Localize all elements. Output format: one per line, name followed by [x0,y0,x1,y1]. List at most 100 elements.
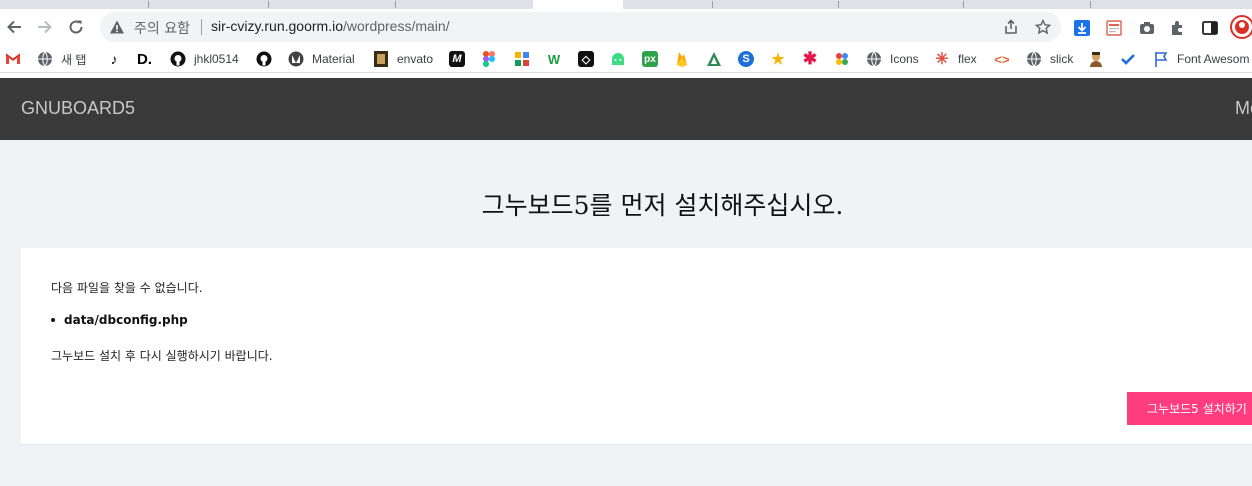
github-icon [170,51,186,67]
site-menu-item[interactable]: Mo [1235,98,1252,119]
bookmark-firebase[interactable] [674,50,690,68]
bookmark-triangle[interactable] [706,50,722,68]
globe-icon [37,51,53,67]
bookmark-android[interactable] [610,50,626,68]
share-icon[interactable] [1002,18,1020,36]
address-bar[interactable]: 주의 요함 sir-cvizy.run.goorm.io/wordpress/m… [100,12,1061,42]
bookmark-label: flex [958,52,977,66]
bookmark-font-awesome[interactable]: Font Awesom [1153,50,1249,68]
side-panel-icon[interactable] [1200,18,1220,38]
bookmark-label: envato [397,52,434,66]
forward-arrow-icon [38,20,52,34]
bookmark-label: Material [312,52,355,66]
check-icon [1120,51,1136,67]
bookmark-label: Icons [890,52,919,66]
bookmark-m[interactable]: M [449,50,465,68]
tab-separator [712,1,713,8]
tab-strip [0,0,1252,9]
reload-button[interactable] [62,13,90,41]
bookmark-tiktok[interactable]: ♪ [106,50,122,68]
asterisk-icon: ✱ [802,49,818,68]
bookmark-dots[interactable] [834,50,850,68]
bookmark-px[interactable]: px [642,50,658,68]
bookmark-star[interactable]: ★ [770,50,786,68]
tab-separator [148,1,149,8]
bookmark-github-user[interactable]: jhkl0514 [170,50,239,68]
url-path: /wordpress/main/ [343,18,450,34]
bookmark-label: 새 탭 [61,52,87,67]
bookmark-flex[interactable]: ✳ flex [934,50,977,68]
extensions-puzzle-icon[interactable] [1168,18,1188,38]
tiktok-icon: ♪ [110,51,118,67]
download-extension-icon[interactable] [1072,18,1092,38]
tab-separator [963,1,964,8]
security-warning-label[interactable]: 주의 요함 [134,18,190,38]
reader-extension-icon[interactable] [1104,18,1124,38]
android-icon [610,51,626,67]
globe-icon [866,51,882,67]
back-button[interactable] [0,13,28,41]
bookmark-label: Font Awesom [1177,52,1250,66]
bookmark-w[interactable]: W [546,50,562,68]
globe-icon [1026,51,1042,67]
bookmark-avatar[interactable] [1088,50,1104,68]
bookmark-s[interactable]: S [738,50,754,68]
forward-button[interactable] [31,13,59,41]
reload-icon [69,20,83,34]
s-icon: S [738,51,754,67]
camera-icon[interactable] [1137,18,1157,38]
site-logo[interactable]: GNUBOARD5 [21,98,135,119]
url-host: sir-cvizy.run.goorm.io [211,18,343,34]
px-icon: px [642,51,658,67]
bookmarks-bar: 새 탭 ♪ D. jhkl0514 Material envato M W ◇ … [0,45,1252,73]
bookmark-slick[interactable]: slick [1026,50,1073,68]
dots-icon [834,51,850,67]
notice-card: 다음 파일을 찾을 수 없습니다. data/dbconfig.php 그누보드… [21,248,1252,445]
bookmark-star-icon[interactable] [1034,18,1052,36]
firebase-icon [674,51,690,67]
bookmark-envato[interactable]: envato [373,50,433,68]
bookmark-check[interactable] [1120,50,1136,68]
tab-separator [268,1,269,8]
bookmark-new-tab[interactable]: 새 탭 [37,50,86,68]
tab-separator [1090,1,1091,8]
bookmark-codepen[interactable]: ◇ [578,50,594,68]
pinwheel-icon [514,51,530,67]
notice-outro: 그누보드 설치 후 다시 실행하시기 바랍니다. [51,349,273,363]
bookmark-label: D. [137,50,152,68]
bookmark-figma[interactable] [481,50,497,68]
m-icon: M [449,51,465,67]
codepen-icon: ◇ [578,51,594,67]
github-icon [256,51,272,67]
tab-separator [395,1,396,8]
bookmark-label: slick [1050,52,1074,66]
missing-file-name: data/dbconfig.php [64,313,188,327]
browser-toolbar: 주의 요함 sir-cvizy.run.goorm.io/wordpress/m… [0,9,1252,45]
gmail-icon [5,51,21,67]
install-button[interactable]: 그누보드5 설치하기 [1127,392,1252,425]
triangle-icon [706,51,722,67]
envato-icon [373,51,389,67]
omnibox-divider [201,19,202,35]
bookmark-pinwheel[interactable] [514,50,530,68]
w-icon: W [547,51,561,67]
bookmark-material[interactable]: Material [288,50,355,68]
tab-separator [838,1,839,8]
bookmark-d[interactable]: D. [137,50,152,68]
missing-file-item: data/dbconfig.php [51,313,188,327]
material-icon [288,51,304,67]
profile-avatar[interactable] [1229,14,1252,40]
active-tab[interactable] [533,0,623,9]
flag-icon [1153,51,1169,67]
bookmark-code[interactable]: <> [994,50,1010,68]
url-text[interactable]: sir-cvizy.run.goorm.io/wordpress/main/ [211,18,450,34]
bookmark-asterisk[interactable]: ✱ [802,49,818,68]
warning-triangle-icon[interactable] [109,19,125,39]
bookmark-label: jhkl0514 [194,52,239,66]
bookmark-github[interactable] [256,50,272,68]
code-icon: <> [994,51,1010,67]
bookmark-gmail[interactable] [5,50,21,68]
asterisk-icon: ✳ [935,51,949,68]
avatar-icon [1088,51,1104,67]
bookmark-icons[interactable]: Icons [866,50,919,68]
